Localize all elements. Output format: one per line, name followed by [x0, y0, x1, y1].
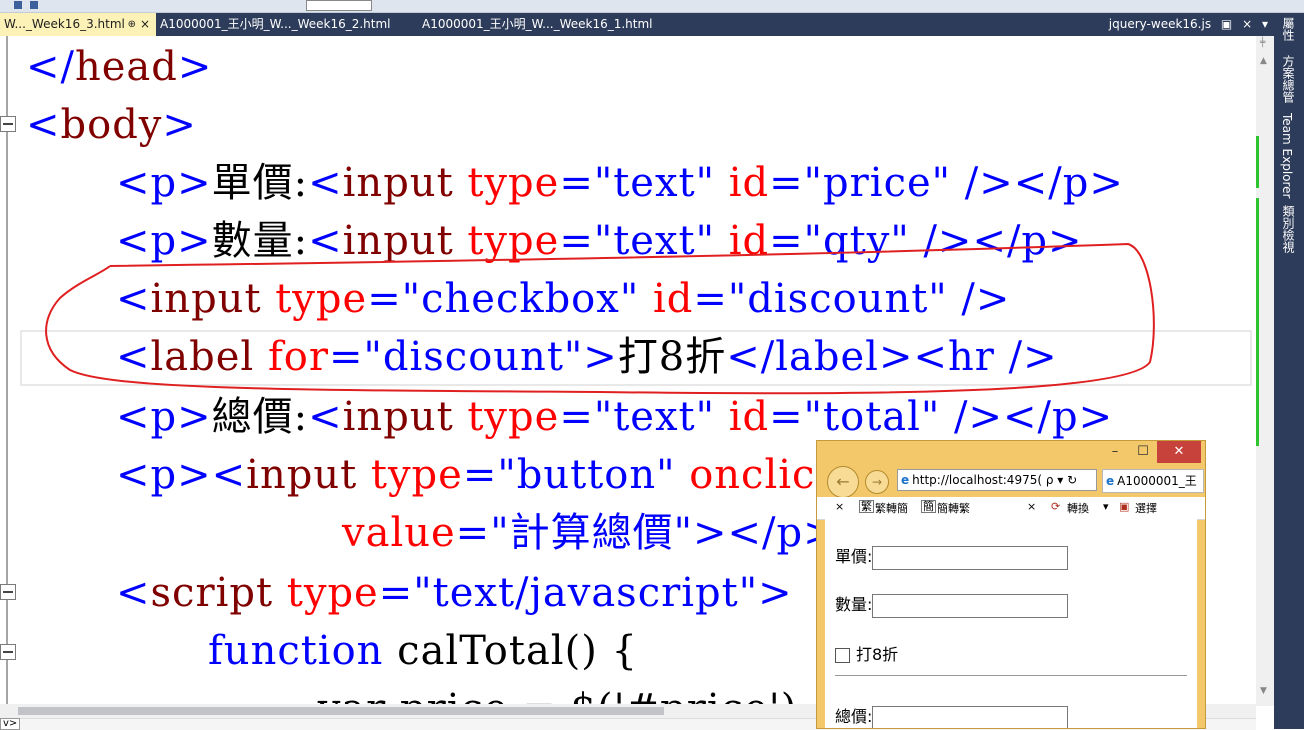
change-marker [1256, 198, 1259, 446]
scroll-thumb[interactable] [18, 707, 664, 715]
fold-script-icon[interactable] [0, 584, 16, 600]
total-label: 總價: [835, 707, 873, 726]
scroll-up-icon[interactable]: ▲ [1260, 56, 1267, 66]
browser-tab-title: A1000001_王 [1117, 474, 1197, 488]
minimize-button[interactable]: – [1101, 441, 1129, 463]
address-tools[interactable]: ρ ▾ ↻ [1046, 473, 1077, 487]
browser-title-bar: – ☐ ✕ [817, 441, 1205, 465]
tab-label: W..._Week16_3.html [4, 17, 125, 31]
ie-icon: e [1106, 474, 1115, 488]
scroll-down-icon[interactable]: ▼ [1260, 686, 1267, 696]
select-icon: ▣ [1119, 500, 1130, 513]
code-line-7: <p>總價:<input type="text" id="total" /></… [116, 394, 1114, 440]
code-line-1: </head> [26, 44, 213, 90]
trad-to-simp-button[interactable]: 繁轉簡 [875, 500, 908, 516]
side-tab-properties[interactable]: 屬性 [1280, 17, 1297, 41]
ie-icon: e [901, 473, 910, 487]
qty-row: 數量: [835, 591, 1069, 618]
close-button[interactable]: ✕ [1157, 441, 1201, 463]
browser-page: 單價: 數量: 打8折 總價: [825, 519, 1197, 728]
discount-row: 打8折 [835, 641, 898, 665]
close-icon[interactable]: × [835, 500, 844, 513]
browser-tab[interactable]: e A1000001_王 [1102, 469, 1204, 493]
address-bar[interactable]: e http://localhost:4975( ρ ▾ ↻ [897, 469, 1097, 491]
qty-input[interactable] [872, 593, 1069, 618]
save-all-icon[interactable] [30, 1, 38, 9]
tab-label: A1000001_王小明_W..._Week16_2.html [160, 17, 391, 31]
code-line-6: <label for="discount">打8折</label><hr /> [116, 334, 1058, 380]
qty-label: 數量: [835, 595, 873, 614]
code-line-11: function calTotal() { [208, 628, 638, 674]
tab-label: A1000001_王小明_W..._Week16_1.html [422, 17, 653, 31]
trad-icon: 繁 [859, 500, 874, 513]
discount-checkbox[interactable] [835, 648, 850, 663]
close-icon[interactable]: × [140, 13, 150, 36]
close-icon[interactable]: × [1027, 500, 1036, 513]
side-tab-solution-explorer[interactable]: 方案總管 [1280, 55, 1297, 103]
convert-dropdown-icon[interactable]: ▾ [1103, 500, 1109, 513]
tab-week16-2[interactable]: A1000001_王小明_W..._Week16_2.html [156, 13, 418, 36]
code-line-5: <input type="checkbox" id="discount" /> [116, 276, 1011, 322]
fold-body-icon[interactable] [0, 116, 16, 132]
side-tab-team-explorer[interactable]: Team Explorer [1280, 113, 1294, 199]
code-line-2: <body> [26, 102, 197, 148]
browser-toolbar: × 繁 繁轉簡 簡 簡轉繁 × ⟳ 轉換 ▾ ▣ 選擇 [817, 497, 1205, 520]
pin-icon[interactable]: ⊕ [128, 13, 136, 36]
tab-jquery-week16[interactable]: jquery-week16.js ▣ × ▾ [1103, 13, 1274, 36]
tab-label: jquery-week16.js [1108, 17, 1212, 31]
pin-icon[interactable]: ▣ [1221, 17, 1232, 31]
outline-gutter [6, 36, 8, 704]
convert-button[interactable]: 轉換 [1067, 500, 1089, 516]
price-row: 單價: [835, 543, 1069, 570]
convert-icon: ⟳ [1051, 500, 1061, 513]
browser-nav-bar: ← → e http://localhost:4975( ρ ▾ ↻ e A1000… [817, 465, 1205, 498]
split-icon[interactable]: ╪ [1260, 38, 1265, 48]
tab-week16-1[interactable]: A1000001_王小明_W..._Week16_1.html [418, 13, 678, 36]
simp-icon: 簡 [921, 500, 936, 513]
toolbar-strip [0, 0, 1304, 13]
maximize-button[interactable]: ☐ [1129, 441, 1157, 463]
zoom-combo[interactable]: v> [0, 718, 21, 730]
vertical-scrollbar[interactable]: ╪ ▲ ▼ [1256, 36, 1274, 706]
divider [835, 675, 1187, 676]
toolbar-combo[interactable] [306, 0, 372, 11]
total-input[interactable] [872, 705, 1069, 728]
code-line-3: <p>單價:<input type="text" id="price" /></… [116, 160, 1124, 206]
save-icon[interactable] [14, 1, 22, 9]
fold-function-icon[interactable] [0, 644, 16, 660]
code-line-4: <p>數量:<input type="text" id="qty" /></p> [116, 218, 1083, 264]
code-line-10: <script type="text/javascript"> [116, 570, 793, 616]
close-icon[interactable]: × [1242, 17, 1252, 31]
forward-button[interactable]: → [865, 470, 889, 494]
code-line-12: var price = $('#price') [208, 680, 797, 704]
browser-window: – ☐ ✕ ← → e http://localhost:4975( ρ ▾ ↻ … [816, 440, 1206, 729]
code-line-8: <p><input type="button" onclick= [116, 452, 874, 498]
simp-to-trad-button[interactable]: 簡轉繁 [937, 500, 970, 516]
back-button[interactable]: ← [827, 466, 859, 498]
document-tab-bar: W..._Week16_3.html ⊕ × A1000001_王小明_W...… [0, 13, 1274, 36]
select-button[interactable]: 選擇 [1135, 500, 1157, 516]
total-row: 總價: [835, 703, 1069, 728]
side-tab-class-view[interactable]: 類別檢視 [1280, 205, 1297, 253]
price-input[interactable] [872, 545, 1069, 570]
price-label: 單價: [835, 547, 873, 566]
tab-dropdown-icon[interactable]: ▾ [1262, 17, 1268, 31]
address-url: http://localhost:4975( [912, 473, 1043, 487]
tab-week16-3[interactable]: W..._Week16_3.html ⊕ × [0, 13, 156, 36]
code-line-9: value="計算總價"></p> [342, 510, 838, 556]
side-panel: 屬性 方案總管 Team Explorer 類別檢視 [1274, 13, 1304, 729]
discount-label[interactable]: 打8折 [856, 645, 898, 664]
change-marker [1256, 136, 1259, 188]
